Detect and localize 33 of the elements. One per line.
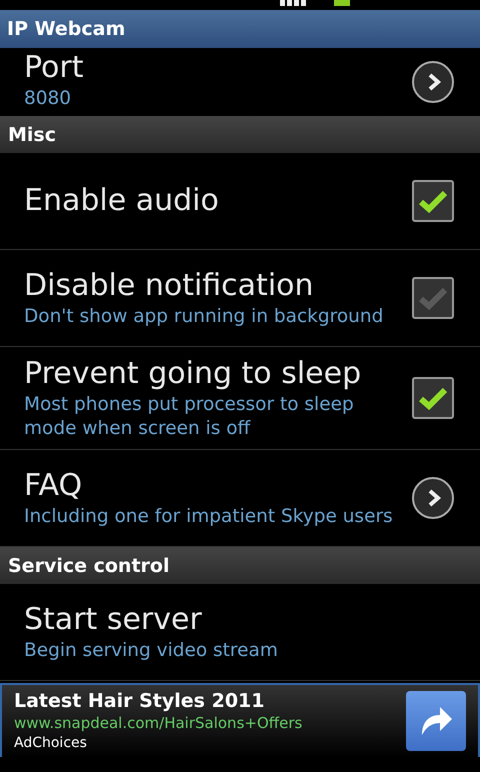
ad-choices-link[interactable]: AdChoices	[14, 733, 302, 753]
preference-item[interactable]: Port 8080	[0, 48, 480, 116]
preference-item[interactable]: Prevent going to sleep Most phones put processor to sleep mode when screen is off	[0, 347, 480, 450]
section-title: Service control	[8, 554, 170, 576]
ad-link[interactable]: www.snapdeal.com/HairSalons+Offers	[14, 713, 302, 733]
item-summary: Including one for impatient Skype users	[24, 505, 393, 529]
chevron-right-icon	[412, 477, 454, 519]
preference-item[interactable]: Enable audio	[0, 153, 480, 250]
window-title: IP Webcam	[7, 18, 126, 40]
ad-headline: Latest Hair Styles 2011	[14, 689, 266, 713]
checkbox[interactable]	[412, 377, 454, 419]
item-summary: Begin serving video stream	[24, 639, 278, 663]
checkbox[interactable]	[412, 277, 454, 319]
signal-icon	[280, 0, 306, 6]
item-title: Start server	[24, 601, 203, 639]
checkbox[interactable]	[412, 180, 454, 222]
battery-icon	[334, 0, 350, 6]
chevron-right-icon	[412, 61, 454, 103]
item-title: Enable audio	[24, 182, 219, 220]
preference-item[interactable]: Start server Begin serving video stream	[0, 584, 480, 681]
item-title: Prevent going to sleep	[24, 355, 362, 393]
section-title: Misc	[8, 124, 56, 146]
ad-banner[interactable]: Latest Hair Styles 2011 www.snapdeal.com/HairSalons+Offers AdChoices	[0, 683, 480, 757]
item-title: Port	[24, 49, 84, 87]
item-summary: Don't show app running in background	[24, 305, 384, 329]
preference-item[interactable]: Disable notification Don't show app running in background	[0, 250, 480, 347]
checkmark-icon	[418, 285, 448, 311]
item-summary: 8080	[24, 87, 72, 111]
checkmark-icon	[418, 188, 448, 214]
item-title: FAQ	[24, 467, 84, 505]
item-title: Disable notification	[24, 267, 315, 305]
checkmark-icon	[418, 385, 448, 411]
item-summary: Most phones put processor to sleep mode when screen is off	[24, 393, 355, 441]
